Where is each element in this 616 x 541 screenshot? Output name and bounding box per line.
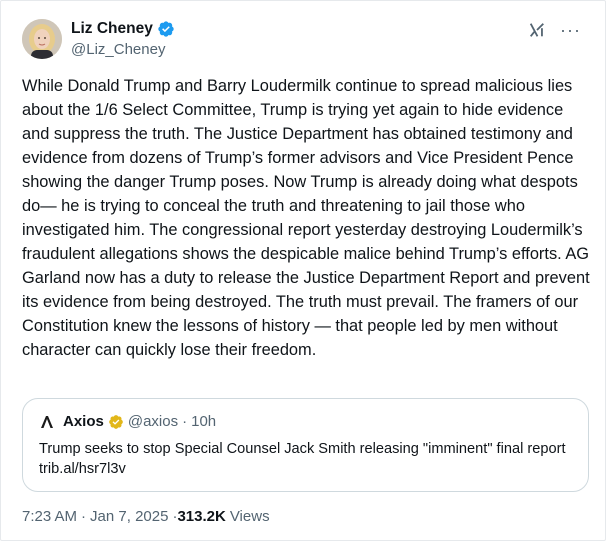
- author-name[interactable]: Liz Cheney: [71, 20, 153, 38]
- tweet-meta: 7:23 AM · Jan 7, 2025 · 313.2K Views: [22, 508, 270, 525]
- verified-gold-badge-icon: [109, 414, 123, 429]
- quoted-tweet[interactable]: Axios @axios · 10h Trump seeks to stop S…: [22, 398, 589, 492]
- top-actions: ···: [528, 21, 581, 39]
- tweet-date[interactable]: Jan 7, 2025: [90, 508, 168, 525]
- tweet-card: Liz Cheney @Liz_Cheney ··· While Donald …: [0, 0, 606, 541]
- more-icon[interactable]: ···: [560, 21, 581, 39]
- quoted-timestamp: 10h: [191, 413, 217, 430]
- tweet-text: While Donald Trump and Barry Loudermilk …: [22, 77, 590, 359]
- author-block: Liz Cheney @Liz_Cheney: [71, 19, 175, 58]
- author-handle[interactable]: @Liz_Cheney: [71, 41, 175, 58]
- axios-logo-icon: [41, 415, 53, 428]
- quoted-tweet-header: Axios @axios · 10h: [39, 413, 216, 430]
- grok-icon[interactable]: [528, 21, 546, 39]
- views-label: Views: [229, 508, 270, 525]
- quoted-author-handle: @axios: [127, 413, 179, 430]
- quoted-separator-dot: ·: [182, 413, 188, 430]
- author-name-row: Liz Cheney: [71, 19, 175, 39]
- avatar-image: [22, 19, 62, 59]
- verified-badge-icon[interactable]: [157, 20, 175, 38]
- avatar[interactable]: [22, 19, 62, 59]
- quoted-tweet-text: Trump seeks to stop Special Counsel Jack…: [39, 441, 566, 477]
- views-count: 313.2K: [177, 508, 226, 525]
- tweet-time[interactable]: 7:23 AM: [22, 508, 77, 525]
- meta-separator-dot: ·: [81, 508, 87, 525]
- quoted-author-name: Axios: [63, 413, 104, 430]
